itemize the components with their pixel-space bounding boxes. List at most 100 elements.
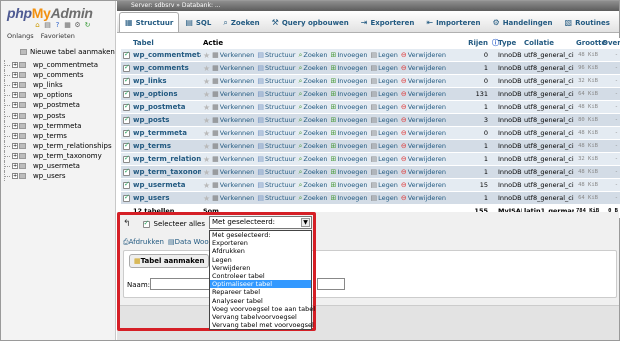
expand-icon[interactable]: +: [12, 132, 18, 139]
drop-action[interactable]: ⊖ Verwijderen: [401, 129, 446, 137]
structure-action[interactable]: ▤ Structuur: [257, 129, 295, 137]
dropdown-option[interactable]: Met geselecteerd:: [210, 231, 311, 239]
structure-action[interactable]: ▤ Structuur: [257, 103, 295, 111]
row-checkbox[interactable]: [123, 102, 130, 111]
expand-icon[interactable]: +: [12, 152, 18, 159]
row-checkbox[interactable]: [123, 154, 130, 163]
drop-action[interactable]: ⊖ Verwijderen: [401, 142, 446, 150]
empty-action[interactable]: ▤ Legen: [370, 194, 397, 202]
dropdown-option[interactable]: Analyseer tabel: [210, 297, 311, 305]
tab-query-opbouwen[interactable]: ⚒ Query opbouwen: [266, 12, 355, 32]
dropdown-option[interactable]: Exporteren: [210, 239, 311, 247]
favorite-star-icon[interactable]: ★: [203, 51, 210, 60]
table-name-link[interactable]: wp_terms: [131, 139, 201, 153]
favorite-star-icon[interactable]: ★: [203, 116, 210, 125]
search-action[interactable]: ⌕ Zoeken: [298, 129, 327, 138]
structure-action[interactable]: ▤ Structuur: [257, 116, 295, 124]
sidebar-table-item[interactable]: + wp_terms: [4, 130, 114, 141]
browse-action[interactable]: ▦ Verkennen: [212, 181, 254, 189]
structure-action[interactable]: ▤ Structuur: [257, 194, 295, 202]
dropdown-option[interactable]: Vervang tabel met voorvoegsel: [210, 321, 314, 329]
sidebar-table-item[interactable]: + wp_posts: [4, 110, 114, 121]
table-name-link[interactable]: wp_users: [131, 191, 201, 205]
insert-action[interactable]: ⊞ Invoegen: [330, 168, 367, 176]
tab-handelingen[interactable]: ⚙ Handelingen: [487, 12, 559, 32]
table-name-link[interactable]: wp_posts: [131, 113, 201, 127]
browse-action[interactable]: ▦ Verkennen: [212, 116, 254, 124]
drop-action[interactable]: ⊖ Verwijderen: [401, 116, 446, 124]
col-size[interactable]: Grootte: [574, 38, 606, 49]
structure-action[interactable]: ▤ Structuur: [257, 77, 295, 85]
row-checkbox[interactable]: [123, 128, 130, 137]
columns-count-input[interactable]: [317, 278, 345, 290]
structure-action[interactable]: ▤ Structuur: [257, 155, 295, 163]
favorite-star-icon[interactable]: ★: [203, 155, 210, 164]
tab-routines[interactable]: ▧ Routines: [559, 12, 616, 32]
empty-action[interactable]: ▤ Legen: [370, 103, 397, 111]
sidebar-table-item[interactable]: + wp_termmeta: [4, 120, 114, 131]
sidebar-table-item[interactable]: + wp_links: [4, 80, 114, 91]
col-collation[interactable]: Collatie: [522, 38, 574, 49]
row-checkbox[interactable]: [123, 115, 130, 124]
drop-action[interactable]: ⊖ Verwijderen: [401, 90, 446, 98]
table-name-link[interactable]: wp_termmeta: [131, 126, 201, 140]
expand-icon[interactable]: +: [12, 72, 18, 79]
sidebar-table-item[interactable]: + wp_postmeta: [4, 100, 114, 111]
col-rows[interactable]: Rijen: [464, 38, 490, 49]
row-checkbox[interactable]: [123, 180, 130, 189]
drop-action[interactable]: ⊖ Verwijderen: [401, 51, 446, 59]
search-action[interactable]: ⌕ Zoeken: [298, 77, 327, 86]
table-name-link[interactable]: wp_term_relationships: [131, 152, 201, 166]
tab-importeren[interactable]: ⇤ Importeren: [420, 12, 486, 32]
favorite-star-icon[interactable]: ★: [203, 142, 210, 151]
dropdown-option[interactable]: Legen: [210, 256, 311, 264]
empty-action[interactable]: ▤ Legen: [370, 129, 397, 137]
sidebar-table-item[interactable]: + wp_commentmeta: [4, 60, 114, 71]
browse-action[interactable]: ▦ Verkennen: [212, 77, 254, 85]
expand-icon[interactable]: +: [12, 142, 18, 149]
row-checkbox[interactable]: [123, 89, 130, 98]
table-name-link[interactable]: wp_postmeta: [131, 100, 201, 114]
search-action[interactable]: ⌕ Zoeken: [298, 194, 327, 203]
insert-action[interactable]: ⊞ Invoegen: [330, 64, 367, 72]
structure-action[interactable]: ▤ Structuur: [257, 51, 295, 59]
select-all-checkbox[interactable]: [142, 219, 150, 228]
drop-action[interactable]: ⊖ Verwijderen: [401, 64, 446, 72]
expand-icon[interactable]: +: [12, 122, 18, 129]
favorite-star-icon[interactable]: ★: [203, 194, 210, 203]
tab-favorites[interactable]: Favorieten: [41, 32, 75, 40]
search-action[interactable]: ⌕ Zoeken: [298, 90, 327, 99]
browse-action[interactable]: ▦ Verkennen: [212, 90, 254, 98]
structure-action[interactable]: ▤ Structuur: [257, 181, 295, 189]
row-checkbox[interactable]: [123, 193, 130, 202]
search-action[interactable]: ⌕ Zoeken: [298, 64, 327, 73]
sidebar-table-item[interactable]: + wp_comments: [4, 70, 114, 81]
search-action[interactable]: ⌕ Zoeken: [298, 168, 327, 177]
browse-action[interactable]: ▦ Verkennen: [212, 129, 254, 137]
favorite-star-icon[interactable]: ★: [203, 181, 210, 190]
structure-action[interactable]: ▤ Structuur: [257, 64, 295, 72]
table-name-input[interactable]: [150, 278, 210, 290]
chevron-down-icon[interactable]: ▼: [301, 218, 310, 227]
empty-action[interactable]: ▤ Legen: [370, 51, 397, 59]
browse-action[interactable]: ▦ Verkennen: [212, 194, 254, 202]
sidebar-table-item[interactable]: + wp_term_taxonomy: [4, 150, 114, 161]
drop-action[interactable]: ⊖ Verwijderen: [401, 181, 446, 189]
browse-action[interactable]: ▦ Verkennen: [212, 168, 254, 176]
favorite-star-icon[interactable]: ★: [203, 129, 210, 138]
dropdown-option[interactable]: Voeg voorvoegsel toe aan tabel: [210, 305, 315, 313]
col-overhead[interactable]: Overhead: [600, 38, 620, 49]
favorite-star-icon[interactable]: ★: [203, 103, 210, 112]
tab-exporteren[interactable]: ⇥ Exporteren: [355, 12, 421, 32]
dropdown-option[interactable]: Verwijderen: [210, 264, 311, 272]
row-checkbox[interactable]: [123, 63, 130, 72]
col-type[interactable]: Type: [496, 38, 522, 49]
empty-action[interactable]: ▤ Legen: [370, 64, 397, 72]
print-link[interactable]: ⎙Afdrukken: [123, 238, 164, 247]
drop-action[interactable]: ⊖ Verwijderen: [401, 194, 446, 202]
search-action[interactable]: ⌕ Zoeken: [298, 51, 327, 60]
drop-action[interactable]: ⊖ Verwijderen: [401, 103, 446, 111]
browse-action[interactable]: ▦ Verkennen: [212, 142, 254, 150]
browse-action[interactable]: ▦ Verkennen: [212, 64, 254, 72]
insert-action[interactable]: ⊞ Invoegen: [330, 77, 367, 85]
